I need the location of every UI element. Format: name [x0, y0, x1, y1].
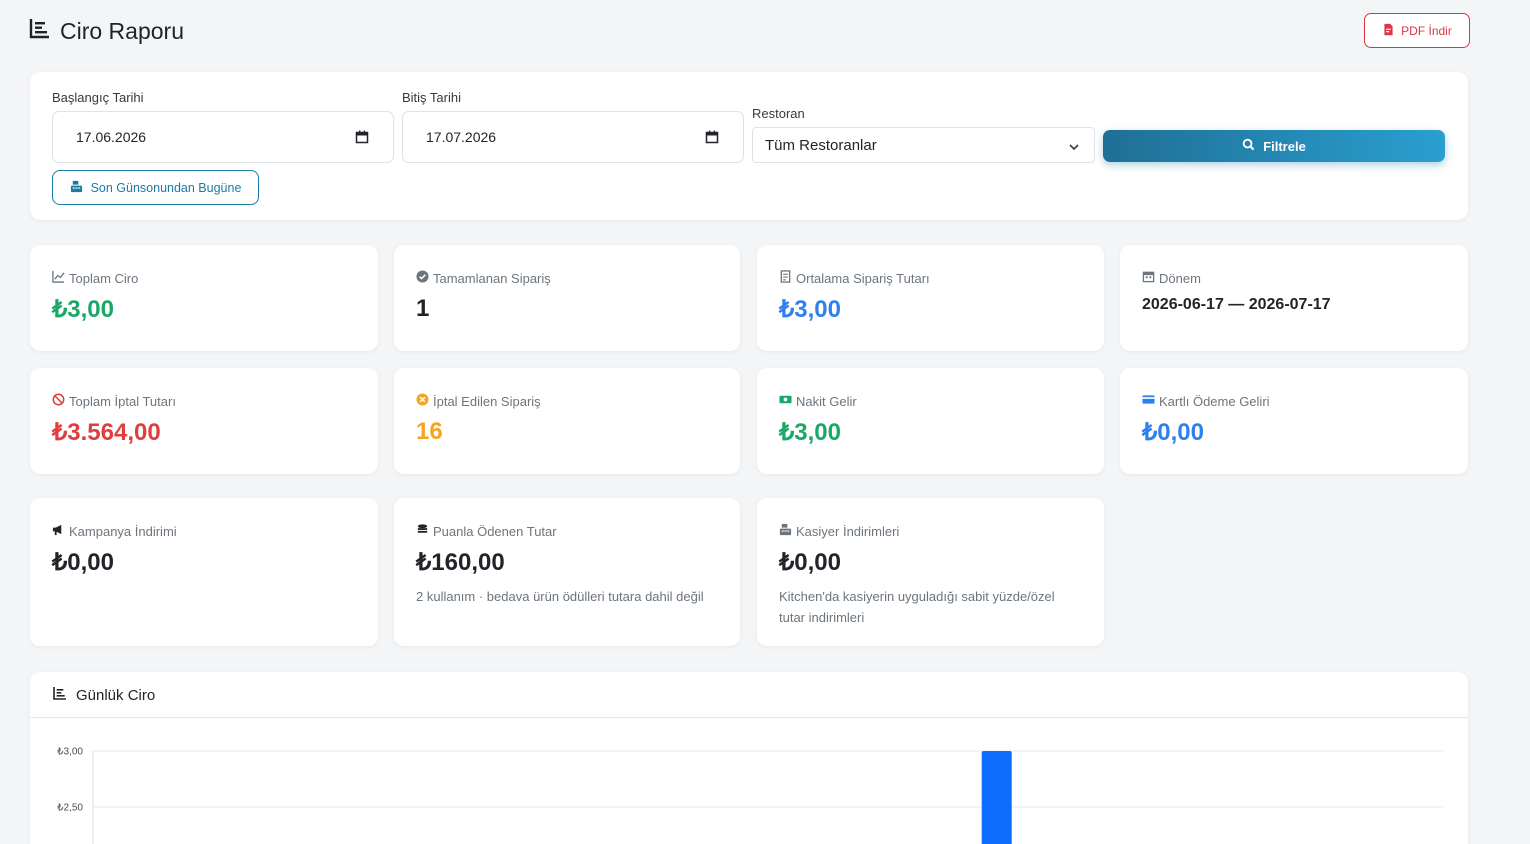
chart-bar-icon	[28, 16, 52, 46]
start-date-label: Başlangıç Tarihi	[52, 90, 144, 105]
page-header: Ciro Raporu PDF İndir	[28, 13, 1470, 50]
stat-card-cash-income: Nakit Gelir ₺3,00	[757, 368, 1104, 474]
megaphone-icon	[52, 523, 65, 539]
stat-note: Kitchen'da kasiyerin uyguladığı sabit yü…	[779, 589, 1055, 625]
stat-value: ₺0,00	[1142, 419, 1204, 446]
stat-label: Kartlı Ödeme Geliri	[1142, 393, 1270, 409]
stat-label: Kasiyer İndirimleri	[779, 523, 899, 539]
money-bill-icon	[779, 393, 792, 409]
line-chart-icon	[52, 270, 65, 286]
stat-label: Toplam İptal Tutarı	[52, 393, 176, 409]
page-title-text: Ciro Raporu	[60, 17, 184, 44]
stat-card-total-cancel: Toplam İptal Tutarı ₺3.564,00	[30, 368, 378, 474]
check-circle-icon	[416, 270, 429, 286]
since-last-eod-label: Son Günsonundan Bugüne	[90, 180, 242, 195]
y-tick-label: ₺2,50	[57, 803, 83, 814]
stat-note: 2 kullanım · bedava ürün ödülleri tutara…	[416, 589, 704, 604]
stat-value: ₺0,00	[779, 549, 841, 576]
restaurant-select-value: Tüm Restoranlar	[765, 136, 877, 154]
filter-panel: Başlangıç Tarihi 17.06.2026 Bitiş Tarihi…	[30, 72, 1468, 220]
end-date-input[interactable]: 17.07.2026	[402, 111, 744, 163]
stat-label: Ortalama Sipariş Tutarı	[779, 270, 930, 286]
pdf-download-button[interactable]: PDF İndir	[1364, 13, 1470, 48]
calendar-icon[interactable]	[705, 130, 719, 144]
end-date-value: 17.07.2026	[426, 129, 497, 145]
stat-value: ₺3,00	[52, 296, 114, 323]
search-icon	[1242, 138, 1255, 154]
chart-bar[interactable]	[981, 751, 1012, 844]
stat-label-text: Nakit Gelir	[796, 393, 857, 409]
start-date-input[interactable]: 17.06.2026	[52, 111, 394, 163]
stat-label-text: Dönem	[1159, 270, 1201, 286]
stat-label-text: Toplam İptal Tutarı	[69, 393, 176, 409]
chart-title: Günlük Ciro	[52, 685, 155, 705]
stat-label-text: Kartlı Ödeme Geliri	[1159, 393, 1270, 409]
restaurant-label: Restoran	[752, 106, 805, 121]
stat-value: 2026-06-17 — 2026-07-17	[1142, 296, 1331, 313]
stat-label: Dönem	[1142, 270, 1201, 286]
stat-label-text: Kasiyer İndirimleri	[796, 523, 900, 539]
end-date-label: Bitiş Tarihi	[402, 90, 462, 105]
filter-button-label: Filtrele	[1263, 138, 1306, 154]
stat-label-text: Ortalama Sipariş Tutarı	[796, 270, 930, 286]
page-title: Ciro Raporu	[28, 16, 184, 46]
stat-label: İptal Edilen Sipariş	[416, 393, 541, 409]
filter-button[interactable]: Filtrele	[1103, 130, 1445, 162]
chart-title-text: Günlük Ciro	[76, 686, 156, 704]
stat-label-text: Puanla Ödenen Tutar	[433, 523, 557, 539]
stat-value: 1	[416, 295, 430, 322]
stat-value: ₺0,00	[52, 549, 114, 576]
stat-label-text: Kampanya İndirimi	[69, 523, 177, 539]
chart-bar-icon	[52, 685, 68, 705]
coins-icon	[416, 523, 429, 539]
cash-register-icon	[779, 523, 792, 539]
stat-value: 16	[416, 418, 443, 445]
daily-revenue-chart-card: Günlük Ciro ₺3,00 ₺2,50	[30, 672, 1468, 844]
ban-icon	[52, 393, 65, 409]
daily-revenue-chart: ₺3,00 ₺2,50	[57, 747, 1444, 844]
chart-header: Günlük Ciro	[30, 672, 1468, 718]
stat-value: ₺160,00	[416, 549, 505, 576]
stat-value: ₺3,00	[779, 296, 841, 323]
stat-card-cashier-discount: Kasiyer İndirimleri ₺0,00 Kitchen'da kas…	[757, 498, 1104, 646]
stat-card-average-order: Ortalama Sipariş Tutarı ₺3,00	[757, 245, 1104, 351]
stat-label: Toplam Ciro	[52, 270, 138, 286]
stat-label: Kampanya İndirimi	[52, 523, 177, 539]
stat-card-campaign-discount: Kampanya İndirimi ₺0,00	[30, 498, 378, 646]
stat-card-total-revenue: Toplam Ciro ₺3,00	[30, 245, 378, 351]
stat-value: ₺3,00	[779, 419, 841, 446]
receipt-icon	[779, 270, 792, 286]
stat-label: Nakit Gelir	[779, 393, 857, 409]
since-last-eod-button[interactable]: Son Günsonundan Bugüne	[52, 170, 259, 205]
stat-card-card-income: Kartlı Ödeme Geliri ₺0,00	[1120, 368, 1468, 474]
file-pdf-icon	[1382, 23, 1395, 39]
cash-register-icon	[70, 180, 83, 196]
stat-card-points-paid: Puanla Ödenen Tutar ₺160,00 2 kullanım ·…	[394, 498, 740, 646]
calendar-icon[interactable]	[355, 130, 369, 144]
restaurant-select[interactable]: Tüm Restoranlar	[752, 127, 1095, 163]
credit-card-icon	[1142, 393, 1155, 409]
stat-label-text: İptal Edilen Sipariş	[433, 393, 541, 409]
chevron-down-icon	[1068, 140, 1080, 152]
stat-card-period: Dönem 2026-06-17 — 2026-07-17	[1120, 245, 1468, 351]
calendar-icon	[1142, 270, 1155, 286]
start-date-value: 17.06.2026	[76, 129, 147, 145]
stat-card-cancelled-orders: İptal Edilen Sipariş 16	[394, 368, 740, 474]
y-tick-label: ₺3,00	[57, 747, 83, 758]
x-circle-icon	[416, 393, 429, 409]
stat-label-text: Toplam Ciro	[69, 270, 139, 286]
stat-label: Puanla Ödenen Tutar	[416, 523, 557, 539]
stat-card-completed-orders: Tamamlanan Sipariş 1	[394, 245, 740, 351]
stat-value: ₺3.564,00	[52, 419, 161, 446]
pdf-download-label: PDF İndir	[1401, 23, 1452, 38]
stat-label: Tamamlanan Sipariş	[416, 270, 551, 286]
stat-label-text: Tamamlanan Sipariş	[433, 270, 551, 286]
